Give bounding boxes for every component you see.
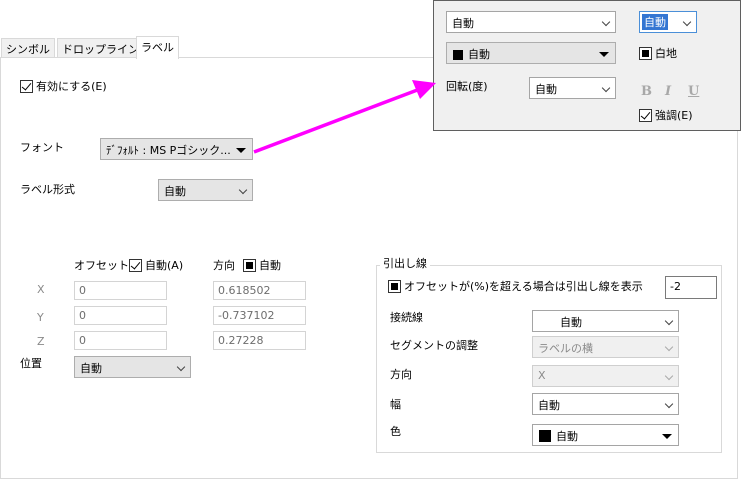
pointer-arrow-icon [253,80,436,154]
